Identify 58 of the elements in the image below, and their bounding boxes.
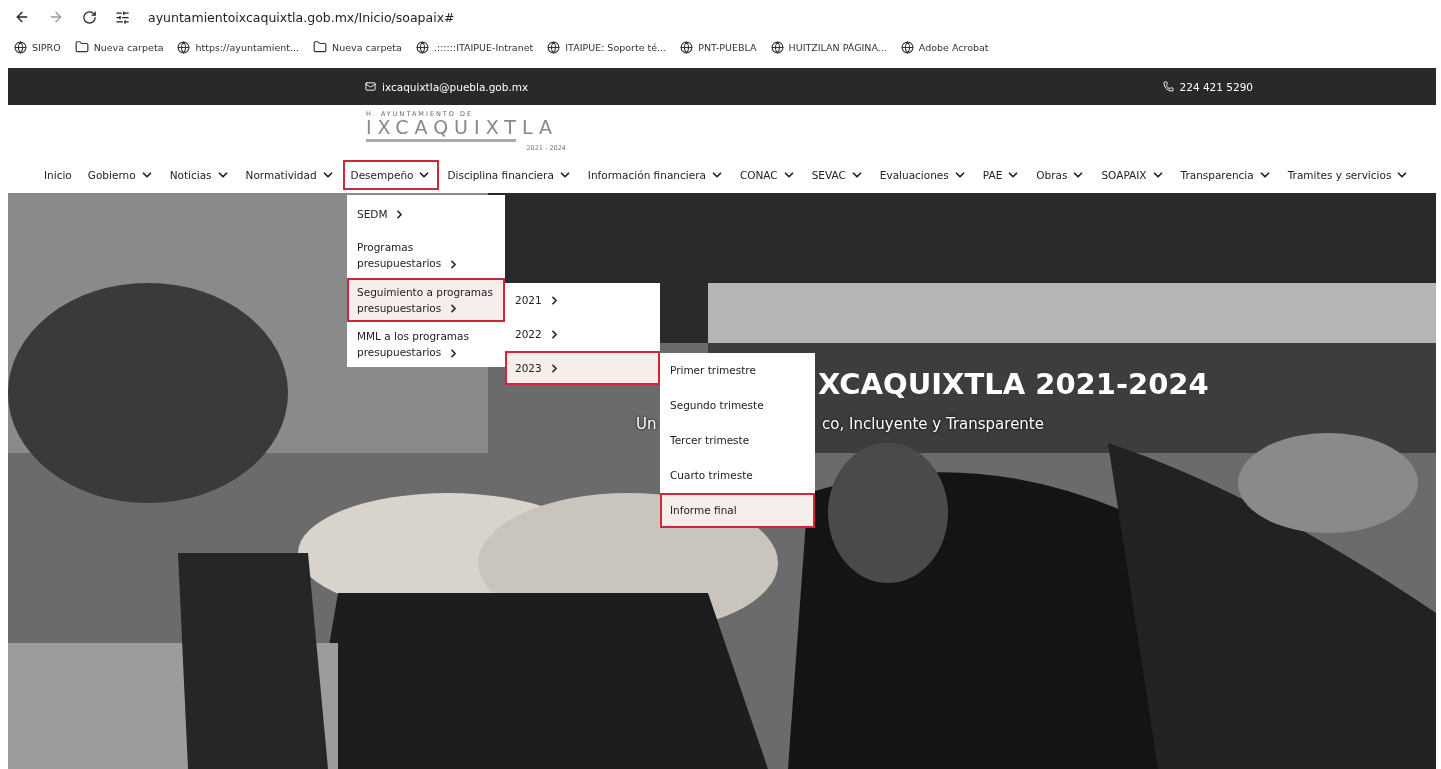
bookmark[interactable]: ITAIPUE: Soporte té... xyxy=(547,40,667,54)
bookmark[interactable]: Adobe Acrobat xyxy=(900,40,989,54)
site-settings-icon[interactable] xyxy=(115,9,130,25)
reload-icon[interactable] xyxy=(82,9,97,25)
folder-icon xyxy=(74,40,89,54)
hero-subtitle: Un xyxy=(636,415,657,433)
mail-icon xyxy=(365,81,376,92)
nav-item[interactable]: Disciplina financiera xyxy=(439,160,580,190)
bookmark[interactable]: PNT-PUEBLA xyxy=(680,40,757,54)
nav-item[interactable]: PAE xyxy=(974,160,1029,190)
menu-item[interactable]: Tercer trimeste xyxy=(660,423,815,458)
menu-item[interactable]: 2021 xyxy=(505,283,660,317)
menu-item[interactable]: Cuarto trimeste xyxy=(660,458,815,493)
nav-item[interactable]: Gobierno xyxy=(79,160,162,190)
nav-item[interactable]: Tramites y servicios xyxy=(1279,160,1418,190)
nav-item[interactable]: Noticias xyxy=(161,160,238,190)
menu-item[interactable]: Segundo trimeste xyxy=(660,388,815,423)
menu-item[interactable]: Informe final xyxy=(660,493,815,528)
menu-item[interactable]: SEDM xyxy=(347,195,505,233)
globe-icon xyxy=(900,40,914,54)
hero-title: XCAQUIXTLA 2021-2024 xyxy=(818,367,1209,401)
menu-item[interactable]: 2022 xyxy=(505,317,660,351)
nav-item[interactable]: Normatividad xyxy=(237,160,343,190)
menu-item[interactable]: MML a los programas presupuestarios xyxy=(347,322,505,367)
bookmark[interactable]: SIPRO xyxy=(14,40,61,54)
nav-item[interactable]: Obras xyxy=(1028,160,1094,190)
nav-item[interactable]: Transparencia xyxy=(1172,160,1280,190)
hero-subtitle: co, Incluyente y Transparente xyxy=(822,415,1044,433)
globe-icon xyxy=(680,40,694,54)
menu-item[interactable]: Primer trimestre xyxy=(660,353,815,388)
globe-icon xyxy=(770,40,784,54)
bookmark[interactable]: Nueva carpeta xyxy=(74,40,164,54)
forward-icon[interactable] xyxy=(48,9,64,25)
bookmark[interactable]: https://ayuntamient... xyxy=(177,40,300,54)
phone-link[interactable]: 224 421 5290 xyxy=(1162,80,1253,93)
nav-item[interactable]: SEVAC xyxy=(803,160,872,190)
menu-item[interactable]: 2023 xyxy=(505,351,660,385)
menu-item[interactable]: Seguimiento a programas presupuestarios xyxy=(347,277,505,323)
nav-item[interactable]: Información financiera xyxy=(579,160,732,190)
bookmark[interactable]: HUITZILAN PÁGINA... xyxy=(770,40,887,54)
folder-icon xyxy=(313,40,328,54)
globe-icon xyxy=(14,40,27,54)
email-link[interactable]: ixcaquixtla@puebla.gob.mx xyxy=(365,80,529,93)
bookmark[interactable]: .::::::ITAIPUE-Intranet xyxy=(415,40,534,54)
globe-icon xyxy=(415,40,429,54)
nav-item[interactable]: CONAC xyxy=(731,160,804,190)
menu-item[interactable]: Programas presupuestarios xyxy=(347,233,505,278)
nav-item[interactable]: Inicio xyxy=(36,161,80,189)
nav-item[interactable]: Desempeño xyxy=(342,160,440,190)
nav-item[interactable]: Evaluaciones xyxy=(871,160,975,190)
nav-item[interactable]: SOAPAIX xyxy=(1093,160,1173,190)
back-icon[interactable] xyxy=(14,9,30,25)
bookmark[interactable]: Nueva carpeta xyxy=(313,40,402,54)
logo-name: IXCAQUIXTLA xyxy=(366,118,558,137)
globe-icon xyxy=(177,40,191,54)
address-bar[interactable]: ayuntamientoixcaquixtla.gob.mx/Inicio/soapaix# xyxy=(148,9,455,25)
phone-icon xyxy=(1162,81,1174,92)
globe-icon xyxy=(547,40,561,54)
